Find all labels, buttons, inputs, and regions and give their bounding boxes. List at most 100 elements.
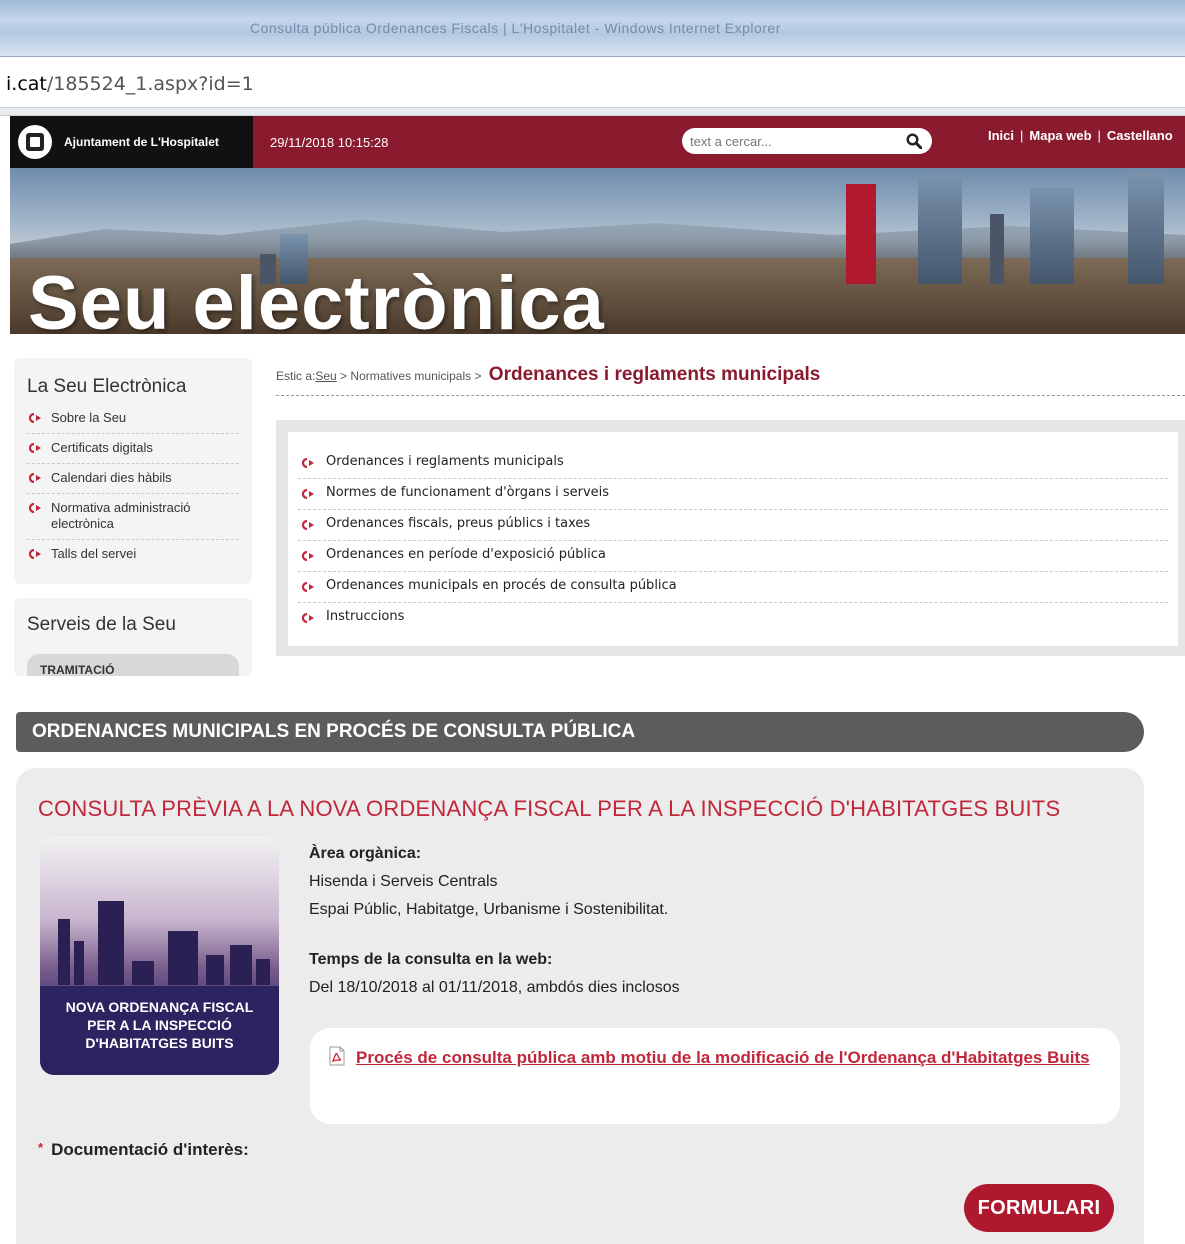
list-item-label: Instruccions	[326, 609, 405, 624]
thumb-building	[58, 919, 70, 985]
breadcrumb-link-seu[interactable]: Seu	[315, 369, 336, 383]
arrow-bullet-icon	[29, 503, 41, 513]
arrow-bullet-icon	[302, 551, 314, 561]
list-item-label: Ordenances fiscals, preus públics i taxe…	[326, 516, 591, 531]
banner-building	[1128, 172, 1164, 284]
list-item[interactable]: Normes de funcionament d'òrgans i servei…	[298, 479, 1168, 510]
site-logo[interactable]: Ajuntament de L'Hospitalet	[10, 116, 253, 168]
arrow-bullet-icon	[29, 413, 41, 423]
sidebar-item-talls-del-servei[interactable]: Talls del servei	[27, 540, 239, 569]
sidebar-title: La Seu Electrònica	[27, 376, 187, 397]
banner-building	[990, 214, 1004, 284]
tab-tramitacio[interactable]: TRAMITACIÓ	[27, 654, 239, 676]
consultation-card: CONSULTA PRÈVIA A LA NOVA ORDENANÇA FISC…	[16, 768, 1144, 1244]
arrow-bullet-icon	[29, 549, 41, 559]
pdf-icon	[329, 1046, 345, 1066]
breadcrumb-separator: >	[336, 369, 351, 383]
separator: |	[1020, 128, 1024, 143]
sidebar-item-sobre-la-seu[interactable]: Sobre la Seu	[27, 404, 239, 434]
current-datetime: 29/11/2018 10:15:28	[270, 135, 389, 150]
sidebar-item-label: Sobre la Seu	[51, 410, 127, 425]
list-item[interactable]: Ordenances municipals en procés de consu…	[298, 572, 1168, 603]
arrow-bullet-icon	[302, 613, 314, 623]
formulari-button[interactable]: FORMULARI	[964, 1184, 1114, 1232]
thumbnail-caption: NOVA ORDENANÇA FISCAL PER A LA INSPECCIÓ…	[40, 998, 279, 1052]
top-links: Inici | Mapa web | Castellano	[988, 128, 1173, 143]
thumb-building	[256, 959, 270, 985]
sidebar-item-label: Talls del servei	[51, 546, 137, 561]
list-item-label: Ordenances municipals en procés de consu…	[326, 578, 677, 593]
sidebar-item-label: Calendari dies hàbils	[51, 470, 172, 485]
time-value: Del 18/10/2018 al 01/11/2018, ambdós die…	[309, 979, 680, 996]
breadcrumb-link-normatives[interactable]: Normatives municipals	[350, 369, 471, 383]
arrow-bullet-icon	[302, 489, 314, 499]
arrow-bullet-icon	[302, 582, 314, 592]
area-label: Àrea orgànica:	[309, 845, 422, 862]
documentacio-interes: * Documentació d'interès:	[38, 1140, 249, 1160]
thumbnail-caption-line: PER A LA INSPECCIÓ	[87, 1017, 232, 1033]
banner-building	[918, 174, 962, 284]
thumb-building	[206, 955, 224, 985]
thumb-building	[168, 931, 198, 985]
consultation-thumbnail: NOVA ORDENANÇA FISCAL PER A LA INSPECCIÓ…	[40, 836, 279, 1075]
sidebar-item-certificats-digitals[interactable]: Certificats digitals	[27, 434, 239, 464]
normatives-list: Ordenances i reglaments municipals Norme…	[298, 448, 1168, 634]
breadcrumb: Estic a:Seu > Normatives municipals > Or…	[276, 364, 1185, 396]
banner-building	[1030, 188, 1074, 284]
normatives-list-box: Ordenances i reglaments municipals Norme…	[288, 432, 1178, 646]
consultation-info: Àrea orgànica: Hisenda i Serveis Central…	[309, 840, 1109, 1002]
link-inici[interactable]: Inici	[988, 128, 1014, 143]
sidebar-serveis: Serveis de la Seu TRAMITACIÓ	[14, 598, 252, 676]
sidebar-title: Serveis de la Seu	[27, 614, 176, 635]
sidebar-item-label: Normativa administració electrònica	[51, 500, 191, 531]
page-title: Ordenances i reglaments municipals	[488, 364, 821, 385]
consultation-title: CONSULTA PRÈVIA A LA NOVA ORDENANÇA FISC…	[38, 796, 1061, 821]
browser-titlebar: Consulta pública Ordenances Fiscals | L'…	[0, 0, 1185, 56]
thumb-building	[132, 961, 154, 985]
url-text[interactable]: i.cat/185524_1.aspx?id=1	[6, 73, 254, 95]
sidebar-item-label: Certificats digitals	[51, 440, 153, 455]
required-star: *	[38, 1140, 44, 1155]
list-item[interactable]: Ordenances en període d'exposició públic…	[298, 541, 1168, 572]
list-item-label: Ordenances i reglaments municipals	[326, 454, 564, 469]
thumb-building	[230, 945, 252, 985]
document-box: Procés de consulta pública amb motiu de …	[310, 1028, 1120, 1124]
list-item-label: Normes de funcionament d'òrgans i servei…	[326, 485, 610, 500]
search-box	[682, 128, 932, 154]
url-path: /185524_1.aspx?id=1	[46, 73, 254, 95]
site-header: Ajuntament de L'Hospitalet 29/11/2018 10…	[10, 116, 1185, 168]
address-bar[interactable]: i.cat/185524_1.aspx?id=1	[0, 56, 1185, 108]
sidebar-item-normativa[interactable]: Normativa administració electrònica	[27, 494, 239, 540]
section-header: ORDENANCES MUNICIPALS EN PROCÉS DE CONSU…	[16, 712, 1144, 752]
search-icon[interactable]	[906, 133, 922, 149]
banner-title: Seu electrònica	[28, 261, 605, 335]
banner-image: Seu electrònica	[10, 168, 1185, 334]
link-mapa-web[interactable]: Mapa web	[1029, 128, 1091, 143]
link-castellano[interactable]: Castellano	[1107, 128, 1173, 143]
thumbnail-caption-line: D'HABITATGES BUITS	[85, 1035, 234, 1051]
list-item-label: Ordenances en període d'exposició públic…	[326, 547, 606, 562]
sidebar-item-calendari[interactable]: Calendari dies hàbils	[27, 464, 239, 494]
thumbnail-caption-line: NOVA ORDENANÇA FISCAL	[65, 999, 254, 1015]
browser-title: Consulta pública Ordenances Fiscals | L'…	[250, 20, 781, 36]
arrow-bullet-icon	[302, 520, 314, 530]
list-item[interactable]: Ordenances fiscals, preus públics i taxe…	[298, 510, 1168, 541]
area-value: Hisenda i Serveis Centrals	[309, 873, 498, 890]
time-label: Temps de la consulta en la web:	[309, 951, 553, 968]
url-domain: i.cat	[6, 73, 47, 95]
separator: |	[1097, 128, 1101, 143]
list-item[interactable]: Instruccions	[298, 603, 1168, 634]
search-input[interactable]	[690, 131, 890, 151]
normatives-panel: Ordenances i reglaments municipals Norme…	[276, 420, 1185, 656]
list-item[interactable]: Ordenances i reglaments municipals	[298, 448, 1168, 479]
sidebar-menu: Sobre la Seu Certificats digitals Calend…	[27, 404, 239, 569]
thumb-building	[74, 941, 84, 985]
arrow-bullet-icon	[302, 458, 314, 468]
breadcrumb-separator: >	[471, 369, 485, 383]
documentacio-label: Documentació d'interès:	[51, 1140, 249, 1159]
browser-toolbar-strip	[0, 108, 1185, 116]
banner-red-tower	[846, 184, 876, 284]
logo-text: Ajuntament de L'Hospitalet	[64, 135, 219, 149]
document-link[interactable]: Procés de consulta pública amb motiu de …	[356, 1044, 1106, 1072]
thumb-building	[98, 901, 124, 985]
